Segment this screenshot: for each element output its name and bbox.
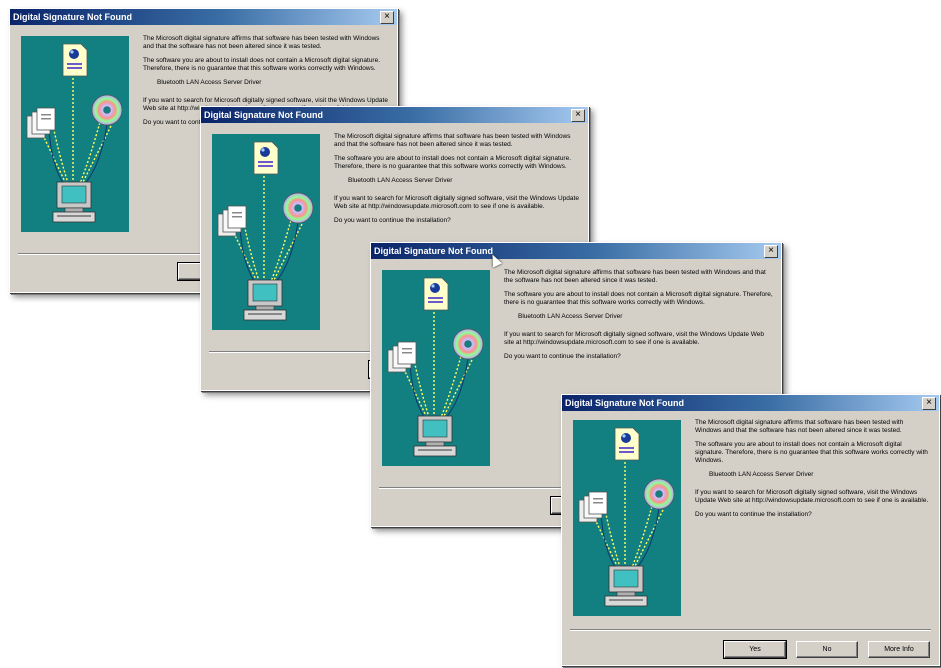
message-paragraph-1: The Microsoft digital signature affirms … [695,419,904,434]
title-bar[interactable]: Digital Signature Not Found × [371,243,781,259]
dialog-title: Digital Signature Not Found [565,398,684,408]
more-info-button[interactable]: More Info [868,641,930,658]
message-text: The Microsoft digital signature affirms … [504,269,773,367]
dialog-title: Digital Signature Not Found [374,246,493,256]
title-bar[interactable]: Digital Signature Not Found × [562,395,939,411]
signature-banner [382,270,490,466]
continue-question: Do you want to continue the installation… [334,217,451,224]
driver-name: Bluetooth LAN Access Server Driver [157,79,262,86]
driver-name: Bluetooth LAN Access Server Driver [518,313,623,320]
signature-banner [21,36,129,232]
driver-name: Bluetooth LAN Access Server Driver [348,177,453,184]
close-icon[interactable]: × [571,108,585,122]
message-paragraph-3: If you want to search for Microsoft digi… [504,331,764,346]
signature-banner [212,134,320,330]
close-icon[interactable]: × [380,10,394,24]
dialog-window-4: Digital Signature Not Found × The Micros… [561,394,940,666]
title-bar[interactable]: Digital Signature Not Found × [10,9,397,25]
message-paragraph-1: The Microsoft digital signature affirms … [504,269,766,284]
close-icon[interactable]: × [764,244,778,258]
continue-question: Do you want to continue the installation… [504,353,621,360]
dialog-title: Digital Signature Not Found [13,12,132,22]
close-icon[interactable]: × [922,396,936,410]
message-paragraph-3: If you want to search for Microsoft digi… [695,489,929,504]
title-bar[interactable]: Digital Signature Not Found × [201,107,588,123]
message-paragraph-2: The software you are about to install do… [504,291,773,306]
no-button[interactable]: No [796,641,858,658]
message-paragraph-1: The Microsoft digital signature affirms … [334,133,571,148]
signature-banner [573,420,681,616]
message-paragraph-2: The software you are about to install do… [334,155,572,170]
separator [570,629,931,631]
message-text: The Microsoft digital signature affirms … [695,419,931,525]
dialog-title: Digital Signature Not Found [204,110,323,120]
message-paragraph-2: The software you are about to install do… [695,441,928,464]
message-paragraph-1: The Microsoft digital signature affirms … [143,35,380,50]
continue-question: Do you want to continue the installation… [695,511,812,518]
message-paragraph-2: The software you are about to install do… [143,57,381,72]
driver-name: Bluetooth LAN Access Server Driver [709,471,814,478]
message-text: The Microsoft digital signature affirms … [334,133,580,231]
message-paragraph-3: If you want to search for Microsoft digi… [334,195,579,210]
yes-button[interactable]: Yes [723,640,787,659]
